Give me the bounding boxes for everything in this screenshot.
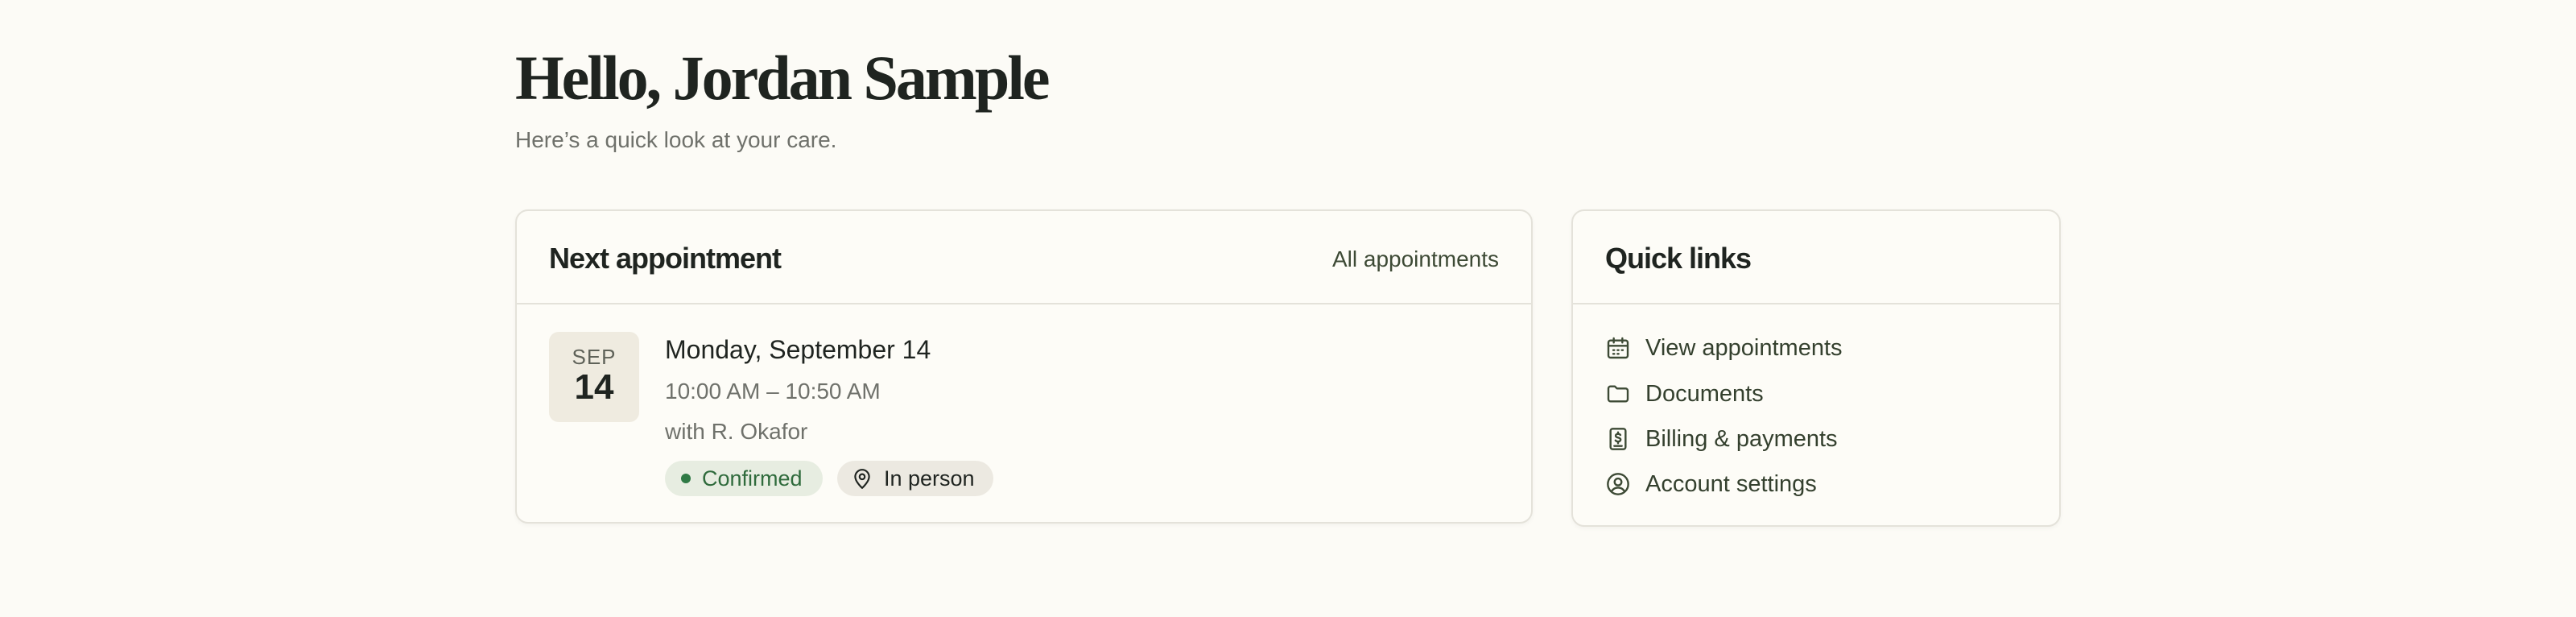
date-tile: SEP 14 [549,332,639,422]
next-appointment-title: Next appointment [549,242,782,275]
page-subtitle: Here’s a quick look at your care. [515,127,837,152]
quick-link-documents[interactable]: Documents [1605,378,1764,410]
quick-links-card: Quick links View appointments Documents [1571,209,2061,527]
date-month: SEP [572,345,617,369]
quick-link-view-appointments[interactable]: View appointments [1605,332,1843,364]
map-pin-icon [854,469,870,489]
folder-icon [1607,385,1629,403]
quick-link-label: Account settings [1645,470,1817,497]
calendar-icon [1607,337,1629,359]
status-badge: Confirmed [665,461,823,496]
next-appointment-card: Next appointment All appointments SEP 14… [515,209,1533,524]
appointment-provider: with R. Okafor [665,419,808,444]
next-appointment-header: Next appointment All appointments [517,211,1531,304]
quick-link-label: View appointments [1645,334,1843,361]
appointment-date: Monday, September 14 [665,335,931,364]
quick-link-billing[interactable]: Billing & payments [1605,423,1838,455]
appointment-time: 10:00 AM – 10:50 AM [665,379,881,404]
date-day: 14 [574,367,614,407]
status-dot-icon [681,474,691,483]
location-badge: In person [837,461,993,496]
page-title: Hello, Jordan Sample [515,43,1051,113]
dollar-document-icon [1609,428,1627,450]
quick-link-account-settings[interactable]: Account settings [1605,468,1817,500]
quick-link-label: Documents [1645,380,1764,407]
quick-links-header: Quick links [1573,211,2059,304]
user-circle-icon [1607,473,1629,495]
all-appointments-link[interactable]: All appointments [1332,246,1499,272]
quick-link-label: Billing & payments [1645,425,1838,452]
status-badge-label: Confirmed [702,466,803,491]
quick-links-title: Quick links [1605,242,1752,275]
location-badge-label: In person [884,466,975,491]
